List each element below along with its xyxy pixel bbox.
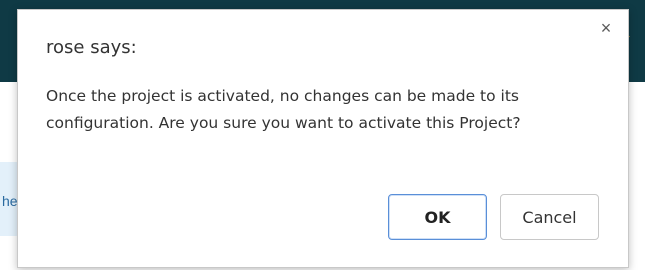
cancel-button[interactable]: Cancel xyxy=(500,194,599,240)
confirm-dialog: × rose says: Once the project is activat… xyxy=(17,9,629,268)
dialog-message: Once the project is activated, no change… xyxy=(46,87,521,132)
background-side-tab-text: he xyxy=(2,193,18,209)
ok-button[interactable]: OK xyxy=(388,194,487,240)
browser-page: ⁄ he × rose says: Once the project is ac… xyxy=(0,0,645,270)
dialog-title: rose says: xyxy=(46,37,137,58)
close-icon[interactable]: × xyxy=(598,19,614,37)
